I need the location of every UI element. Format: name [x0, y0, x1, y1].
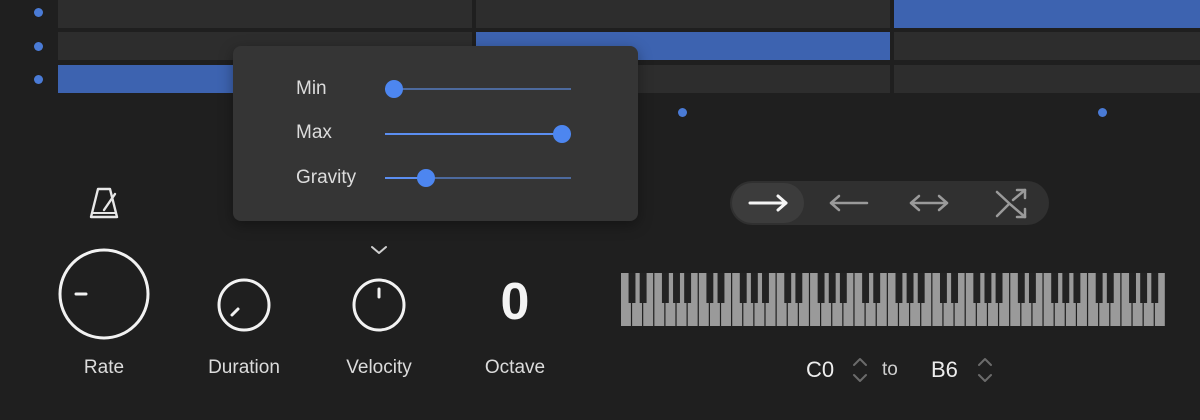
grid-cell[interactable] — [58, 0, 472, 28]
black-key[interactable] — [828, 273, 836, 303]
range-to-stepper-icon[interactable] — [975, 354, 995, 386]
black-key[interactable] — [817, 273, 825, 303]
black-key[interactable] — [717, 273, 725, 303]
black-key[interactable] — [939, 273, 947, 303]
range-from-stepper-icon[interactable] — [850, 354, 870, 386]
max-slider[interactable] — [385, 125, 571, 143]
slider-thumb[interactable] — [416, 169, 435, 187]
black-key[interactable] — [706, 273, 714, 303]
range-from-value[interactable]: C0 — [806, 357, 834, 383]
black-key[interactable] — [1151, 273, 1159, 303]
black-key[interactable] — [739, 273, 747, 303]
black-key[interactable] — [1028, 273, 1036, 303]
rate-knob[interactable] — [56, 248, 152, 344]
slider-thumb[interactable] — [385, 80, 404, 98]
duration-knob[interactable] — [215, 276, 273, 334]
black-key[interactable] — [1062, 273, 1070, 303]
black-key[interactable] — [906, 273, 914, 303]
backward-arrow-icon — [829, 194, 869, 212]
black-key[interactable] — [973, 273, 981, 303]
black-key[interactable] — [1073, 273, 1081, 303]
black-key[interactable] — [684, 273, 692, 303]
forward-direction-button[interactable] — [732, 183, 804, 223]
black-key[interactable] — [661, 273, 669, 303]
velocity-knob[interactable] — [350, 276, 408, 334]
range-to-value[interactable]: B6 — [931, 357, 958, 383]
black-key[interactable] — [984, 273, 992, 303]
black-key[interactable] — [995, 273, 1003, 303]
grid-row-1 — [58, 0, 1200, 28]
black-key[interactable] — [795, 273, 803, 303]
metronome-icon[interactable] — [88, 186, 120, 220]
black-key[interactable] — [873, 273, 881, 303]
black-key[interactable] — [1129, 273, 1136, 303]
velocity-popover: Min Max Gravity — [233, 46, 638, 221]
grid-cell[interactable] — [476, 0, 890, 28]
chevron-down-icon[interactable] — [370, 244, 388, 256]
black-key[interactable] — [839, 273, 847, 303]
grid-cell-active[interactable] — [894, 0, 1200, 28]
shuffle-icon — [995, 188, 1027, 219]
column-dot[interactable] — [678, 108, 687, 117]
velocity-label: Velocity — [346, 357, 412, 378]
octave-label: Octave — [484, 357, 546, 378]
row-dot[interactable] — [34, 8, 43, 17]
shuffle-direction-button[interactable] — [975, 183, 1047, 223]
grid-cell[interactable] — [894, 32, 1200, 60]
black-key[interactable] — [1106, 273, 1114, 303]
slider-fill — [385, 133, 562, 135]
backward-direction-button[interactable] — [813, 183, 885, 223]
black-key[interactable] — [1051, 273, 1059, 303]
black-key[interactable] — [628, 273, 636, 303]
forward-arrow-icon — [748, 194, 788, 212]
rate-label: Rate — [83, 357, 125, 378]
black-key[interactable] — [917, 273, 925, 303]
min-label: Min — [296, 78, 327, 99]
black-key[interactable] — [1140, 273, 1148, 303]
direction-selector — [730, 181, 1049, 225]
row-dot[interactable] — [34, 42, 43, 51]
black-key[interactable] — [762, 273, 769, 303]
black-key[interactable] — [1095, 273, 1103, 303]
black-key[interactable] — [1017, 273, 1025, 303]
bidirectional-direction-button[interactable] — [893, 183, 965, 223]
range-to-label: to — [882, 359, 898, 380]
piano-keyboard[interactable] — [621, 273, 1166, 326]
gravity-label: Gravity — [296, 167, 357, 188]
gravity-slider[interactable] — [385, 169, 571, 187]
black-key[interactable] — [639, 273, 647, 303]
octave-value[interactable]: 0 — [470, 272, 560, 332]
bidirectional-arrow-icon — [909, 194, 949, 212]
slider-thumb[interactable] — [552, 125, 571, 143]
column-dot[interactable] — [1098, 108, 1107, 117]
black-key[interactable] — [750, 273, 758, 303]
min-slider[interactable] — [385, 80, 571, 98]
black-key[interactable] — [895, 273, 903, 303]
row-dot[interactable] — [34, 75, 43, 84]
max-label: Max — [296, 122, 332, 143]
black-key[interactable] — [862, 273, 870, 303]
grid-cell[interactable] — [894, 65, 1200, 93]
black-key[interactable] — [784, 273, 792, 303]
black-key[interactable] — [673, 273, 680, 303]
black-key[interactable] — [951, 273, 959, 303]
duration-label: Duration — [208, 357, 280, 378]
